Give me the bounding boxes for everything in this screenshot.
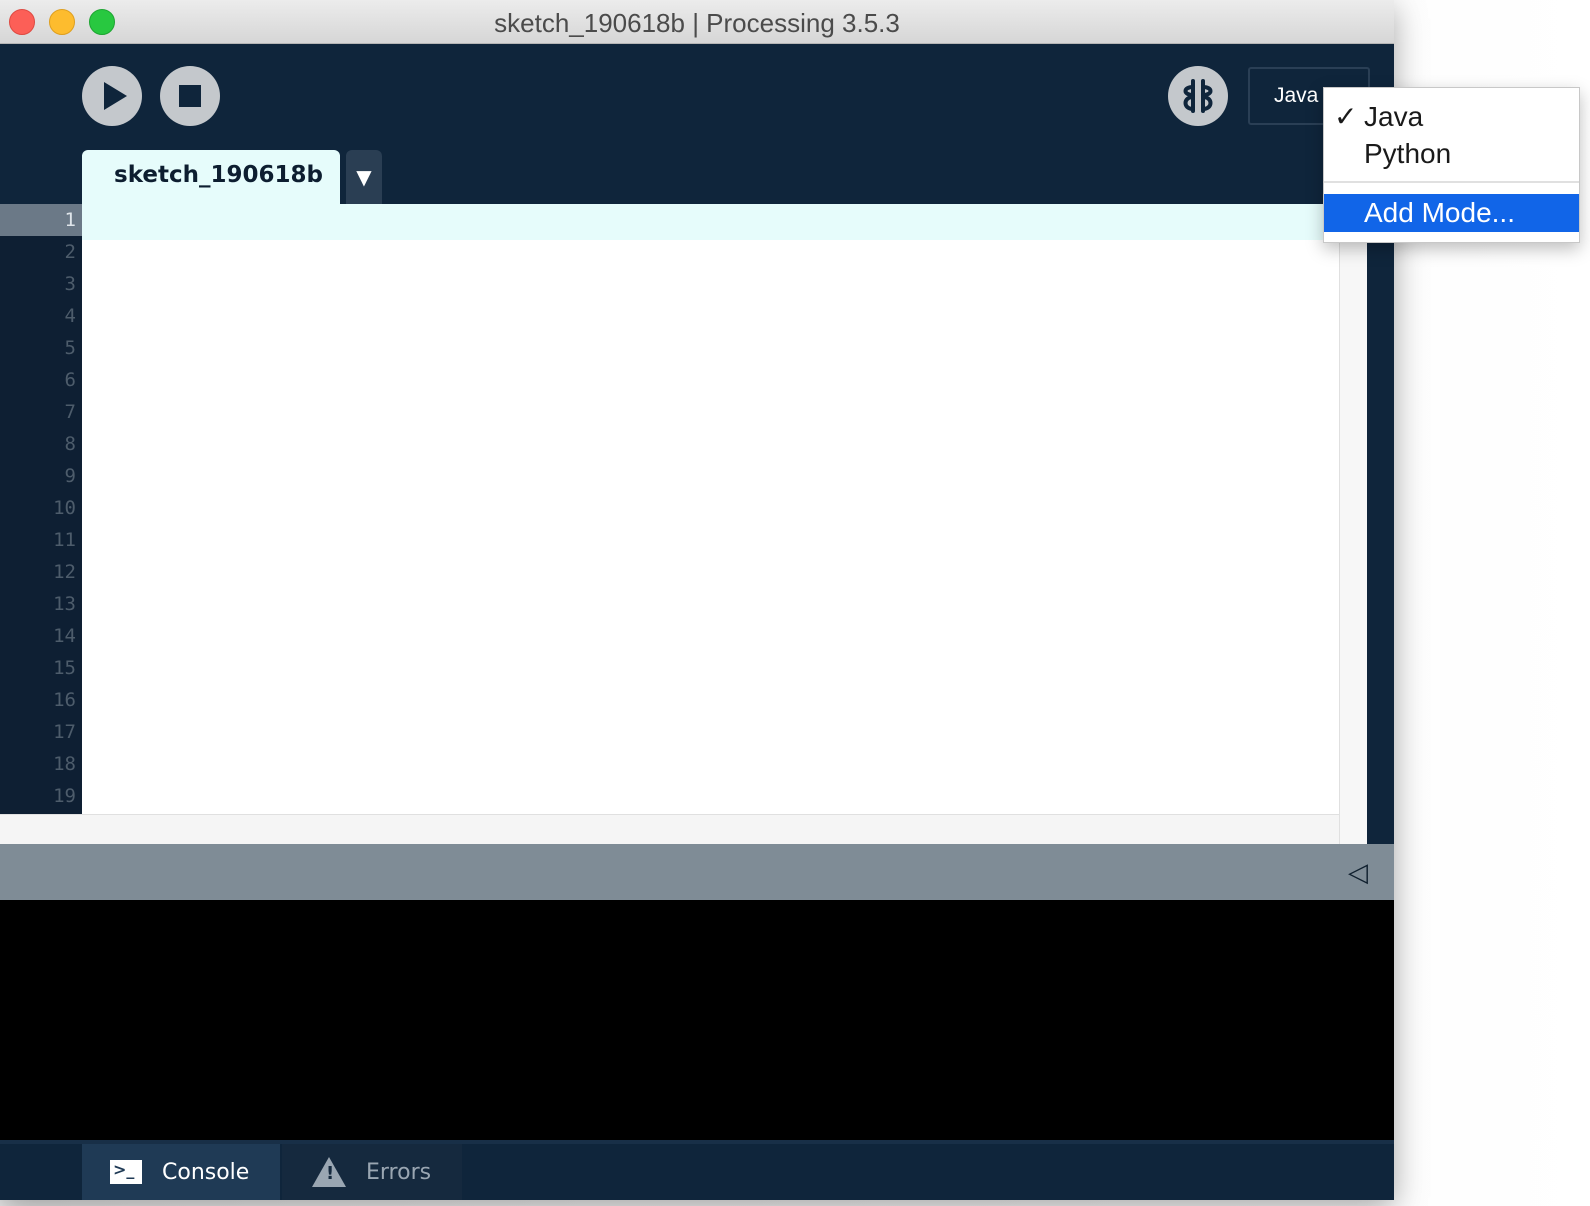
line-number: 10	[53, 497, 76, 519]
tab-sketch[interactable]: sketch_190618b	[82, 150, 340, 204]
vertical-scrollbar[interactable]	[1339, 204, 1367, 844]
window-title: sketch_190618b | Processing 3.5.3	[494, 8, 900, 38]
title-bar[interactable]: sketch_190618b | Processing 3.5.3	[0, 0, 1394, 44]
line-number: 13	[53, 593, 76, 615]
footer-tabs: >_ Console ! Errors	[0, 1140, 1394, 1200]
line-number-gutter: 1 2 3 4 5 6 7 8 9 10 11 12 13 14 15 16 1…	[0, 204, 82, 814]
line-number: 1	[0, 204, 82, 236]
console-output[interactable]	[0, 900, 1394, 1140]
warning-icon: !	[312, 1157, 346, 1187]
toolbar: Java sketch_190618b ▼	[0, 44, 1394, 204]
code-editor[interactable]	[82, 204, 1339, 814]
line-number: 5	[64, 337, 76, 359]
line-number: 2	[64, 241, 76, 263]
tab-menu-arrow-icon[interactable]: ▼	[346, 150, 382, 204]
line-number: 19	[53, 785, 76, 807]
menu-item-label: Java	[1364, 101, 1424, 132]
line-number: 8	[64, 433, 76, 455]
line-number: 9	[64, 465, 76, 487]
debug-butterfly-icon	[1183, 79, 1213, 113]
current-line-highlight	[82, 204, 1339, 240]
tab-errors[interactable]: ! Errors	[282, 1144, 462, 1200]
stop-icon	[179, 85, 201, 107]
line-number: 6	[64, 369, 76, 391]
menu-item-label: Add Mode...	[1364, 197, 1515, 228]
stop-button[interactable]	[160, 66, 220, 126]
menu-item-add-mode[interactable]: Add Mode...	[1324, 194, 1579, 232]
menu-separator	[1324, 181, 1579, 183]
line-number: 3	[64, 273, 76, 295]
editor-right-margin	[1367, 204, 1394, 844]
line-number: 4	[64, 305, 76, 327]
line-number: 16	[53, 689, 76, 711]
checkmark-icon: ✓	[1334, 101, 1358, 132]
line-number: 15	[53, 657, 76, 679]
menu-item-python[interactable]: Python	[1324, 135, 1579, 173]
terminal-icon: >_	[110, 1160, 142, 1184]
processing-window: sketch_190618b | Processing 3.5.3 Java s…	[0, 0, 1394, 1200]
status-bar: ◁	[0, 844, 1394, 900]
menu-item-label: Python	[1364, 138, 1452, 169]
debugger-button[interactable]	[1168, 66, 1228, 126]
play-icon	[103, 82, 127, 110]
line-number: 14	[53, 625, 76, 647]
horizontal-scrollbar[interactable]	[0, 814, 1339, 844]
run-button[interactable]	[82, 66, 142, 126]
line-number: 18	[53, 753, 76, 775]
line-number: 12	[53, 561, 76, 583]
line-number: 11	[53, 529, 76, 551]
collapse-console-icon[interactable]: ◁	[1348, 858, 1368, 888]
console-tab-label: Console	[162, 1159, 250, 1185]
mode-dropdown-menu: ✓ Java Python Add Mode...	[1323, 87, 1580, 243]
line-number: 7	[64, 401, 76, 423]
tab-console[interactable]: >_ Console	[82, 1144, 280, 1200]
errors-tab-label: Errors	[366, 1159, 432, 1185]
menu-item-java[interactable]: ✓ Java	[1324, 98, 1579, 136]
line-number: 17	[53, 721, 76, 743]
